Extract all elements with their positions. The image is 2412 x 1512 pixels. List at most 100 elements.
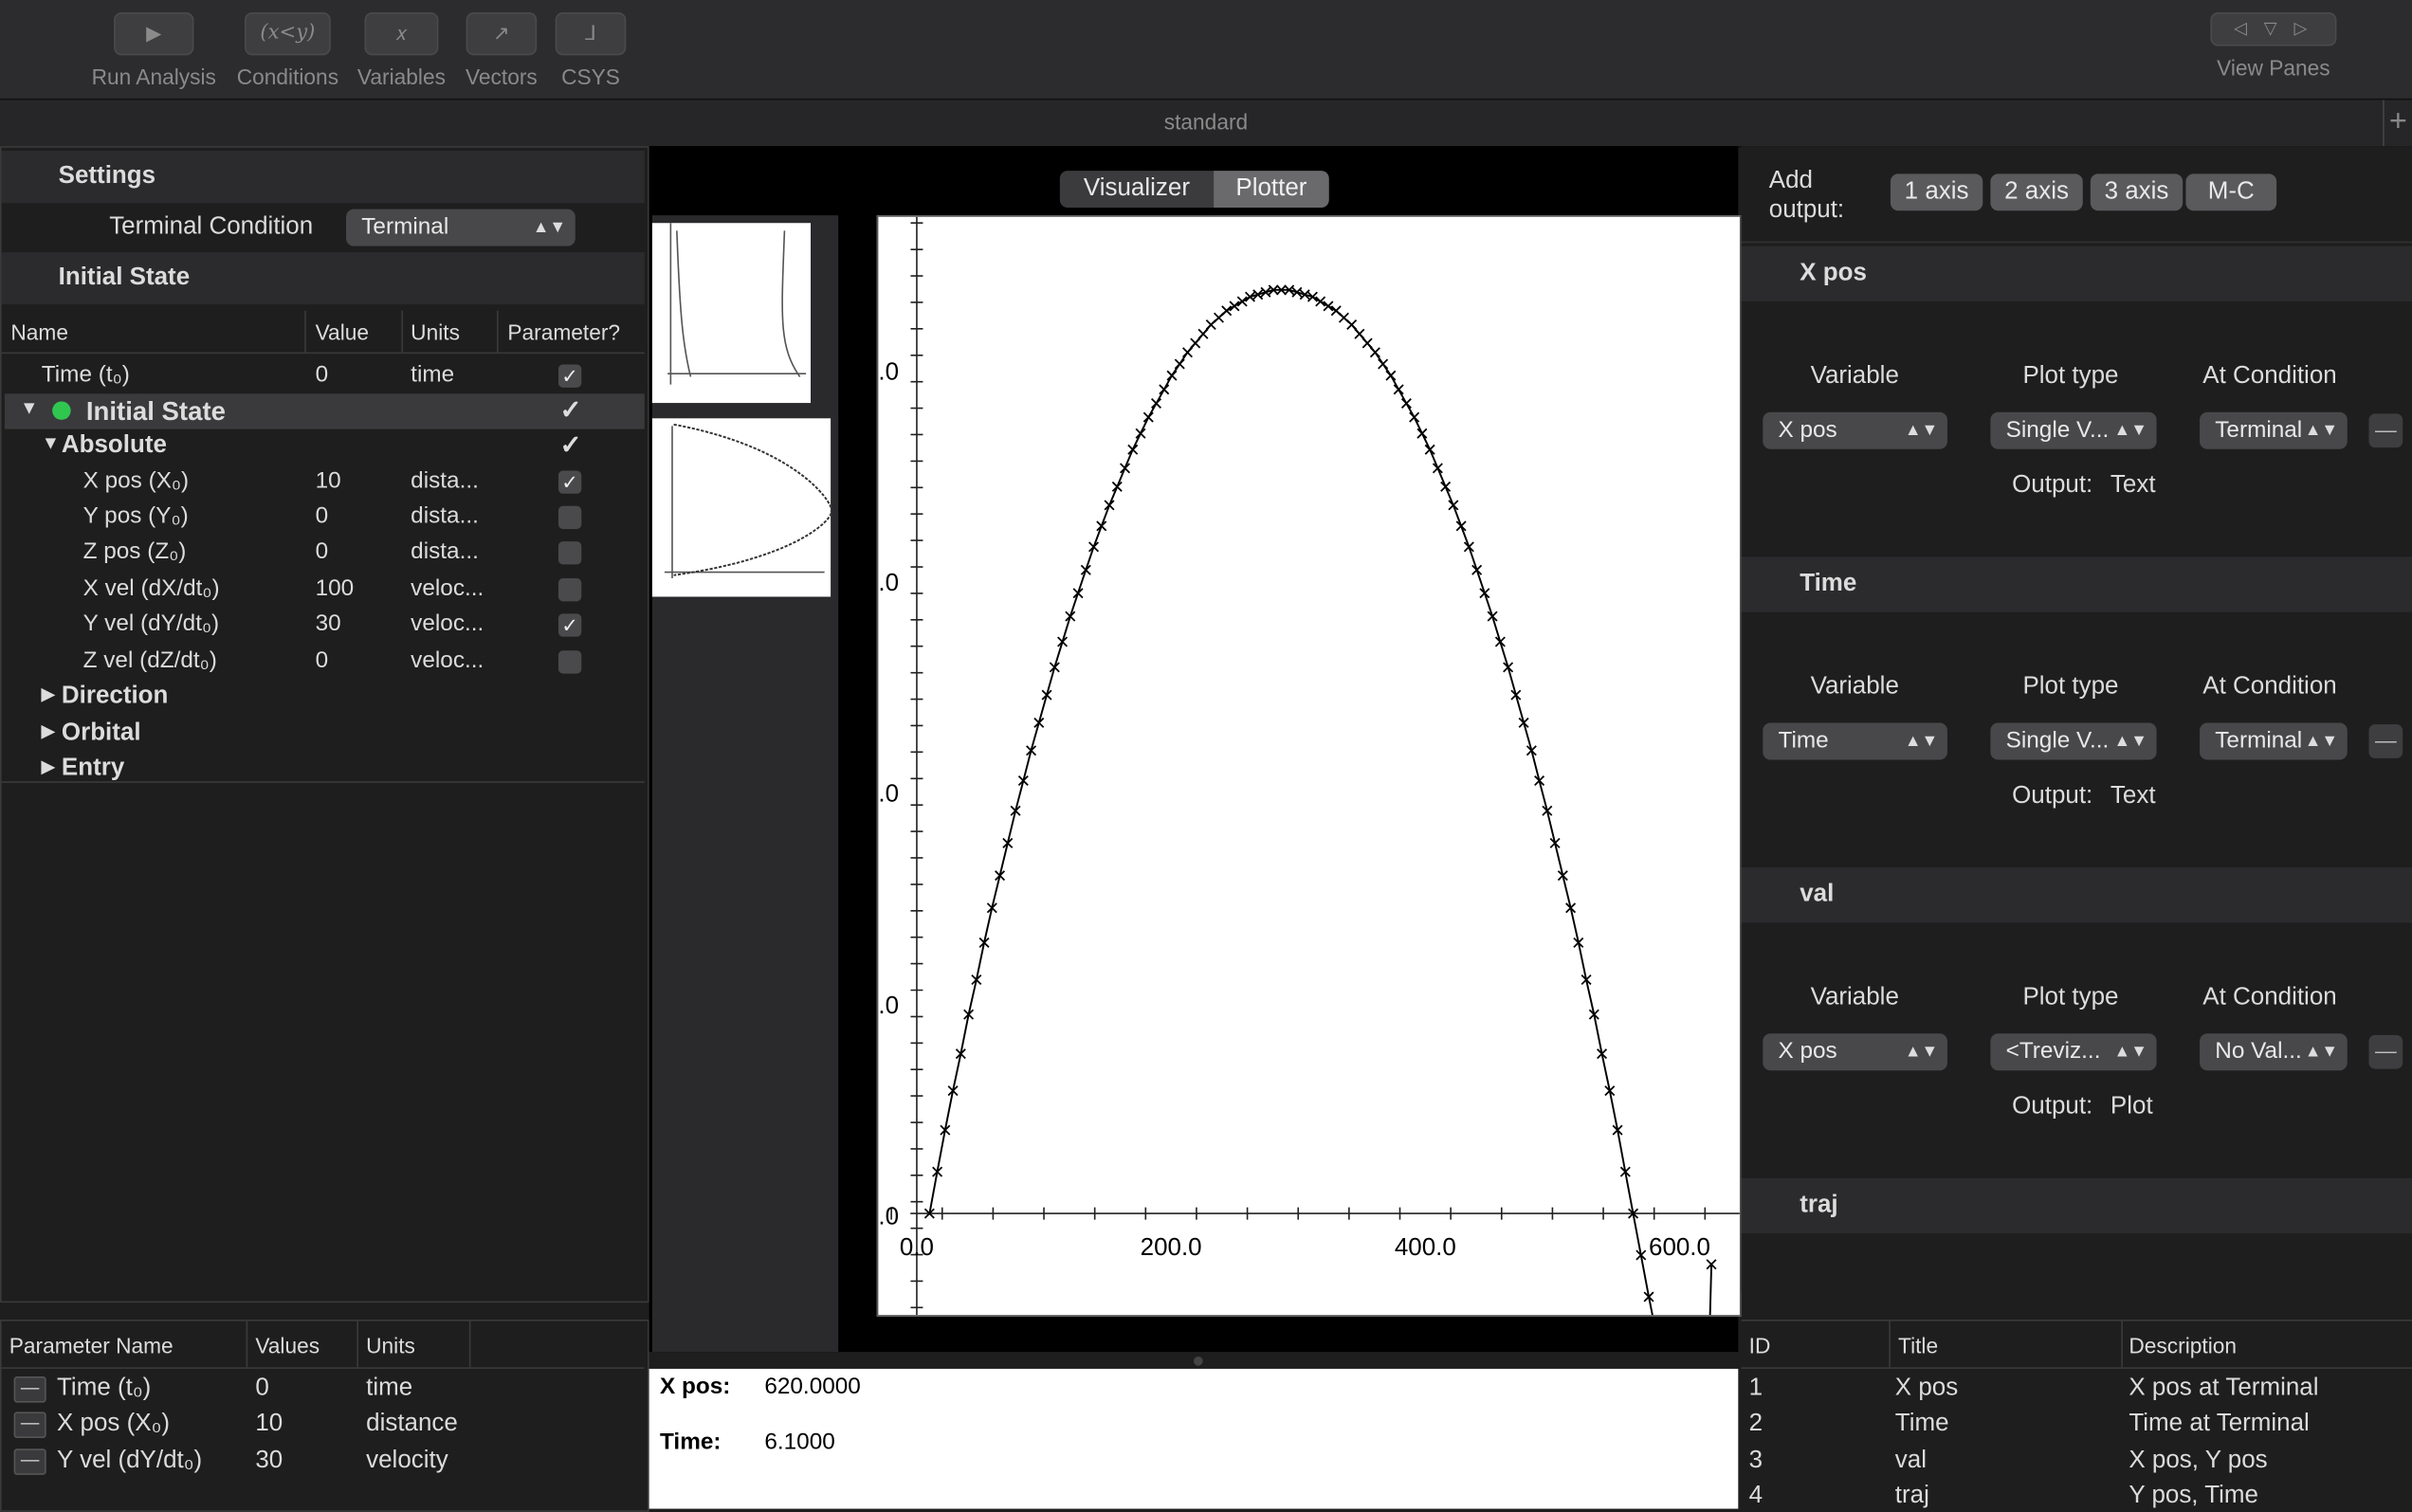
variables-button[interactable]: 𝑥 Variables [351,11,452,89]
remove-output-button[interactable]: — [2368,1034,2403,1069]
data-point-marker [1072,588,1084,599]
add-2-axis-button[interactable]: 2 axis [1990,173,2083,211]
conditions-button[interactable]: (x<y) Conditions [230,11,344,89]
row-value[interactable]: 100 [316,575,355,602]
condition-select[interactable]: Terminal ▲▼ [2200,722,2348,760]
row-value[interactable]: 0 [316,361,329,388]
table-row[interactable]: Time (t₀) 0 time ✓ [5,358,645,393]
col-parameter[interactable]: Parameter? [507,319,620,344]
data-point-marker [1432,463,1443,474]
run-analysis-button[interactable]: ▶ Run Analysis [84,11,223,89]
table-row[interactable]: Y pos (Y₀) 0 dista... [5,500,645,535]
variable-select[interactable]: Time ▲▼ [1763,722,1947,760]
param-name: Y vel (dY/dt₀) [57,1447,203,1474]
tab-plotter[interactable]: Plotter [1214,171,1329,209]
add-monte-carlo-button[interactable]: M-C [2185,173,2277,211]
row-value[interactable]: 0 [316,503,329,530]
disclosure-open-icon[interactable]: ▼ [42,432,60,454]
col-description[interactable]: Description [2129,1334,2237,1358]
disclosure-open-icon[interactable]: ▼ [20,397,38,419]
remove-output-button[interactable]: — [2368,413,2403,448]
table-row-group[interactable]: ▼ Absolute ✓ [5,429,645,465]
table-row[interactable]: Z vel (dZ/dt₀) 0 veloc... [5,645,645,680]
table-row[interactable]: Z pos (Z₀) 0 dista... [5,536,645,571]
table-row[interactable]: Y vel (dY/dt₀) 30 veloc... ✓ [5,608,645,643]
plot-canvas[interactable]: 0.0 200.0 400.0 600.0 .0 .0 .0 .0 .0 [876,215,1757,1512]
param-name: X pos (X₀) [57,1410,170,1437]
table-row-group[interactable]: ▼ Initial State ✓ [4,393,645,429]
splitter-handle[interactable] [1193,1356,1203,1366]
view-panes-control[interactable]: ◁ ▽ ▷ View Panes [2209,11,2338,80]
parameter-checkbox[interactable]: ✓ [557,470,582,494]
remove-parameter-button[interactable]: — [13,1448,46,1475]
param-units: distance [366,1410,458,1437]
parameter-checkbox[interactable] [557,650,582,674]
tab-title[interactable]: standard [0,109,2412,134]
tab-visualizer[interactable]: Visualizer [1059,171,1215,209]
col-units[interactable]: Units [411,319,460,344]
variable-select[interactable]: X pos ▲▼ [1763,411,1947,449]
table-row-group[interactable]: ▶ Direction [5,680,645,715]
trajectory-chart[interactable]: 0.0 200.0 400.0 600.0 .0 .0 .0 .0 .0 [878,216,1757,1512]
col-name[interactable]: Name [10,319,68,344]
row-name: Time (t₀) [41,361,130,388]
add-1-axis-button[interactable]: 1 axis [1890,173,1983,211]
table-row[interactable]: 4 traj Y pos, Time [1742,1480,2412,1510]
table-row[interactable]: 2 Time Time at Terminal [1742,1407,2412,1442]
remove-parameter-button[interactable]: — [13,1412,46,1438]
parameter-checkbox[interactable] [557,505,582,530]
disclosure-closed-icon[interactable]: ▶ [42,756,55,776]
table-row[interactable]: — Time (t₀) 0 time [2,1372,645,1407]
parameter-checkbox[interactable] [557,541,582,565]
vectors-button[interactable]: ↗ Vectors [457,11,546,89]
col-parameter-name[interactable]: Parameter Name [9,1334,174,1358]
add-tab-button[interactable]: + [2383,100,2412,147]
param-value[interactable]: 30 [255,1448,283,1475]
table-row[interactable]: — X pos (X₀) 10 distance [2,1407,645,1442]
plot-type-select[interactable]: <Treviz... ▲▼ [1990,1033,2157,1071]
table-row-group[interactable]: ▶ Orbital [5,717,645,752]
check-icon[interactable]: ✓ [560,395,582,426]
add-3-axis-button[interactable]: 3 axis [2090,173,2184,211]
remove-output-button[interactable]: — [2368,724,2403,758]
table-row-group[interactable]: ▶ Entry [5,752,645,782]
table-row[interactable]: — Y vel (dY/dt₀) 30 velocity [2,1444,645,1479]
parameter-checkbox[interactable] [557,578,582,602]
view-panes-icon[interactable]: ◁ ▽ ▷ [2210,11,2337,46]
disclosure-closed-icon[interactable]: ▶ [42,684,55,704]
condition-select[interactable]: Terminal ▲▼ [2200,411,2348,449]
param-value[interactable]: 0 [255,1375,268,1402]
col-id[interactable]: ID [1749,1334,1771,1358]
col-title[interactable]: Title [1898,1334,1938,1358]
plot-thumbnail[interactable] [651,418,832,597]
row-value[interactable]: 30 [316,610,341,637]
variable-select[interactable]: X pos ▲▼ [1763,1033,1947,1071]
plot-thumbnail[interactable] [651,223,812,404]
parameter-checkbox[interactable]: ✓ [557,613,582,637]
parameter-checkbox[interactable]: ✓ [557,364,582,388]
y-tick-label: .0 [878,780,899,807]
row-value[interactable]: 10 [316,467,341,494]
table-row[interactable]: X pos (X₀) 10 dista... ✓ [5,465,645,500]
disclosure-closed-icon[interactable]: ▶ [42,721,55,741]
table-row[interactable]: 3 val X pos, Y pos [1742,1444,2412,1479]
remove-parameter-button[interactable]: — [13,1376,46,1403]
condition-select[interactable]: No Val... ▲▼ [2200,1033,2348,1071]
check-icon[interactable]: ✓ [560,430,582,461]
row-units: veloc... [411,647,484,674]
plot-type-select[interactable]: Single V... ▲▼ [1990,722,2157,760]
toolbar: ▶ Run Analysis (x<y) Conditions 𝑥 Variab… [0,0,2412,100]
col-value[interactable]: Value [316,319,369,344]
row-value[interactable]: 0 [316,538,329,565]
col-values[interactable]: Values [255,1334,320,1358]
table-row[interactable]: 1 X pos X pos at Terminal [1742,1372,2412,1407]
table-row[interactable]: X vel (dX/dt₀) 100 veloc... [5,573,645,608]
row-value[interactable]: 0 [316,647,329,674]
col-units[interactable]: Units [366,1334,415,1358]
plot-type-select[interactable]: Single V... ▲▼ [1990,411,2157,449]
data-point-marker [1127,444,1139,455]
csys-button[interactable]: ⅃ CSYS [554,11,628,89]
param-value[interactable]: 10 [255,1411,283,1438]
output-id: 2 [1748,1410,1763,1437]
terminal-condition-select[interactable]: Terminal ▲▼ [346,209,576,246]
